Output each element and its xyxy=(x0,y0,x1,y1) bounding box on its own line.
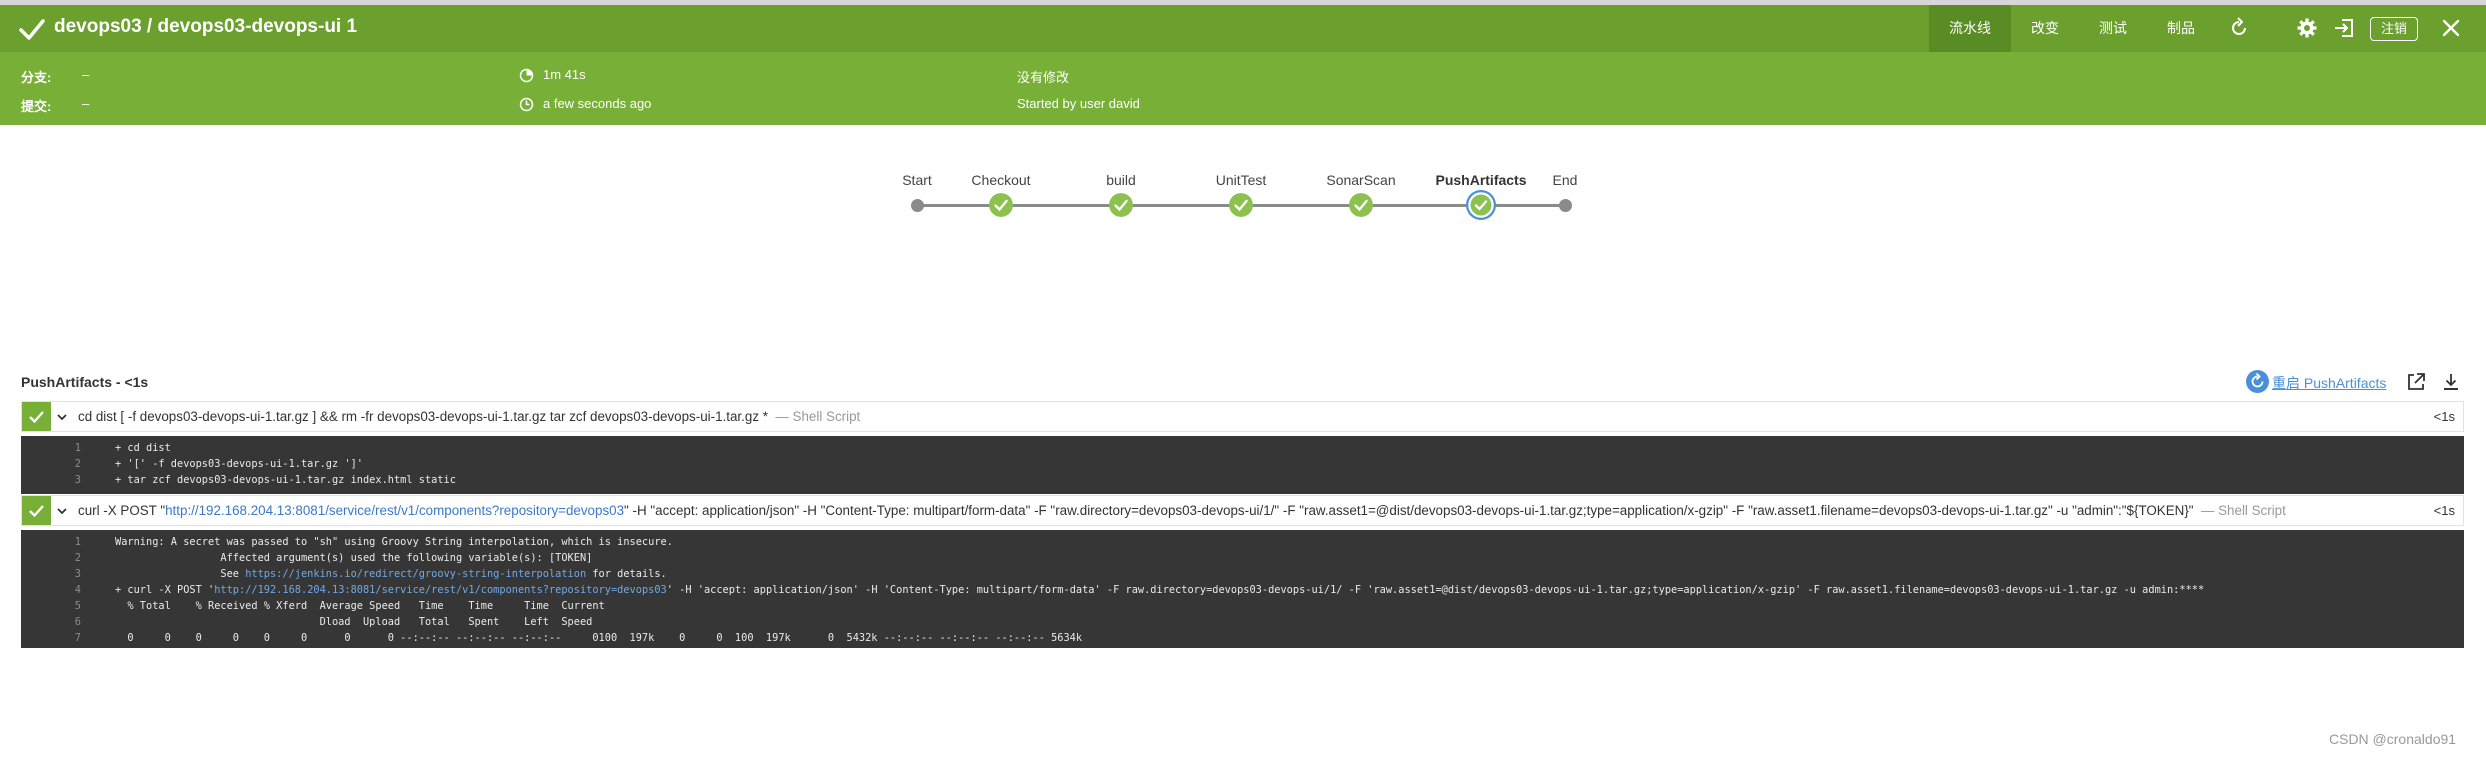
stage-selected-success-icon[interactable] xyxy=(1466,190,1496,220)
step-row[interactable]: cd dist [ -f devops03-devops-ui-1.tar.gz… xyxy=(21,401,2464,432)
gear-icon[interactable] xyxy=(2296,17,2318,39)
log-line: 5 % Total % Received % Xferd Average Spe… xyxy=(21,598,2464,614)
header-title-bar: devops03 / devops03-devops-ui 1 流水线 改变 测… xyxy=(0,5,2486,52)
log-line-number: 7 xyxy=(74,632,81,644)
log-line-number: 2 xyxy=(74,552,81,564)
log-line-text: Affected argument(s) used the following … xyxy=(115,552,593,564)
branch-label: 分支: xyxy=(21,70,52,85)
step-command: cd dist [ -f devops03-devops-ui-1.tar.gz… xyxy=(78,409,860,424)
log-line: 3 See https://jenkins.io/redirect/groovy… xyxy=(21,566,2464,582)
stage-success-icon[interactable] xyxy=(1109,193,1133,217)
log-line-text: 0 0 0 0 0 0 0 0 --:--:-- --:--:-- --:--:… xyxy=(115,632,1083,644)
log-line-text: Warning: A secret was passed to "sh" usi… xyxy=(115,536,673,548)
chevron-down-icon[interactable] xyxy=(56,505,68,517)
step-type: — Shell Script xyxy=(775,409,861,424)
logout-button[interactable]: 注销 xyxy=(2370,17,2418,41)
page-title[interactable]: devops03 / devops03-devops-ui 1 xyxy=(54,16,357,38)
tab-artifacts[interactable]: 制品 xyxy=(2147,5,2215,52)
stage-label-checkout[interactable]: Checkout xyxy=(971,172,1030,188)
stage-success-icon[interactable] xyxy=(989,193,1013,217)
log-line: 2 Affected argument(s) used the followin… xyxy=(21,550,2464,566)
tab-tests[interactable]: 测试 xyxy=(2079,5,2147,52)
log-line-number: 4 xyxy=(74,584,81,596)
log-line-number: 2 xyxy=(74,458,81,470)
stage-label-build[interactable]: build xyxy=(1106,172,1136,188)
tab-pipeline[interactable]: 流水线 xyxy=(1929,5,2011,52)
download-icon[interactable] xyxy=(2441,372,2461,392)
run-cause: Started by user david xyxy=(1017,96,1140,111)
log-text: ' -H 'accept: application/json' -H 'Cont… xyxy=(666,584,2205,596)
log-line: 3 + tar zcf devops03-devops-ui-1.tar.gz i… xyxy=(21,472,2464,488)
clock-icon xyxy=(519,97,534,112)
stage-success-icon[interactable] xyxy=(1229,193,1253,217)
log-line: 6 Dload Upload Total Spent Left Speed xyxy=(21,614,2464,630)
step-duration: <1s xyxy=(2433,409,2455,424)
log-line-text: % Total % Received % Xferd Average Speed… xyxy=(115,600,605,612)
duration-icon xyxy=(519,68,534,83)
log-line: 1 + cd dist xyxy=(21,440,2464,456)
restart-stage-link[interactable]: 重启 PushArtifacts xyxy=(2272,373,2386,393)
step-duration: <1s xyxy=(2433,503,2455,518)
step-success-icon xyxy=(22,402,51,431)
log-text: + curl -X POST ' xyxy=(115,584,215,596)
log-link[interactable]: http://192.168.204.13:8081/service/rest/… xyxy=(214,584,667,596)
step-row[interactable]: curl -X POST "http://192.168.204.13:8081… xyxy=(21,495,2464,526)
chevron-down-icon[interactable] xyxy=(56,411,68,423)
log-line-number: 1 xyxy=(74,536,81,548)
log-link[interactable]: https://jenkins.io/redirect/groovy-strin… xyxy=(245,568,586,580)
open-external-icon[interactable] xyxy=(2406,372,2426,392)
log-line: 4 + curl -X POST 'http://192.168.204.13:8… xyxy=(21,582,2464,598)
step-command-text: cd dist [ -f devops03-devops-ui-1.tar.gz… xyxy=(78,409,768,424)
close-icon[interactable] xyxy=(2440,17,2462,39)
log-line-number: 3 xyxy=(74,474,81,486)
log-line-text: + curl -X POST 'http://192.168.204.13:80… xyxy=(115,582,2204,598)
log-line-number: 5 xyxy=(74,600,81,612)
step-log: 1 + cd dist 2 + '[' -f devops03-devops-ui-… xyxy=(21,436,2464,494)
stage-node-start xyxy=(911,199,924,212)
stage-success-icon[interactable] xyxy=(1349,193,1373,217)
restart-icon[interactable] xyxy=(2246,370,2269,393)
stage-label-unittest[interactable]: UnitTest xyxy=(1216,172,1267,188)
step-command-text: " -H "accept: application/json" -H "Cont… xyxy=(624,503,2194,518)
step-command-text: curl -X POST " xyxy=(78,503,166,518)
step-type: — Shell Script xyxy=(2201,503,2286,518)
run-start-time: a few seconds ago xyxy=(543,96,652,111)
step-success-icon xyxy=(22,496,51,525)
log-line-number: 3 xyxy=(74,568,81,580)
step-log: 1 Warning: A secret was passed to "sh" us… xyxy=(21,530,2464,648)
log-text: for details. xyxy=(586,568,667,580)
log-line-text: Dload Upload Total Spent Left Speed xyxy=(115,616,593,628)
log-line-text: + tar zcf devops03-devops-ui-1.tar.gz in… xyxy=(115,474,456,486)
log-line-text: See https://jenkins.io/redirect/groovy-s… xyxy=(115,566,667,582)
commit-label: 提交: xyxy=(21,99,52,114)
rerun-icon[interactable] xyxy=(2228,17,2250,39)
stage-label-end: End xyxy=(1552,172,1578,188)
header-tabs: 流水线 改变 测试 制品 xyxy=(1929,5,2215,52)
log-line: 1 Warning: A secret was passed to "sh" us… xyxy=(21,534,2464,550)
stage-label-start: Start xyxy=(902,172,932,188)
log-line-text: + cd dist xyxy=(115,442,171,454)
stage-label-sonarscan[interactable]: SonarScan xyxy=(1326,172,1395,188)
step-command: curl -X POST "http://192.168.204.13:8081… xyxy=(78,503,2286,518)
commit-value: – xyxy=(82,96,90,111)
stage-detail-title: PushArtifacts - <1s xyxy=(21,374,149,390)
changes-summary: 没有修改 xyxy=(1017,70,1070,85)
tab-changes[interactable]: 改变 xyxy=(2011,5,2079,52)
run-duration: 1m 41s xyxy=(543,67,586,82)
log-line: 2 + '[' -f devops03-devops-ui-1.tar.gz ']… xyxy=(21,456,2464,472)
log-line-text: + '[' -f devops03-devops-ui-1.tar.gz ']' xyxy=(115,458,363,470)
run-header: devops03 / devops03-devops-ui 1 流水线 改变 测… xyxy=(0,5,2486,125)
log-line-number: 1 xyxy=(74,442,81,454)
log-line: 7 0 0 0 0 0 0 0 0 --:--:-- --:--:-- --:-… xyxy=(21,630,2464,646)
log-text: See xyxy=(115,568,246,580)
success-check-icon xyxy=(19,19,45,40)
log-line-number: 6 xyxy=(74,616,81,628)
watermark: CSDN @cronaldo91 xyxy=(2329,731,2457,747)
stage-label-pushartifacts[interactable]: PushArtifacts xyxy=(1435,172,1526,188)
step-command-url[interactable]: http://192.168.204.13:8081/service/rest/… xyxy=(165,503,624,518)
stage-node-end xyxy=(1559,199,1572,212)
branch-value: – xyxy=(82,67,90,82)
exit-classic-icon[interactable] xyxy=(2333,17,2355,39)
